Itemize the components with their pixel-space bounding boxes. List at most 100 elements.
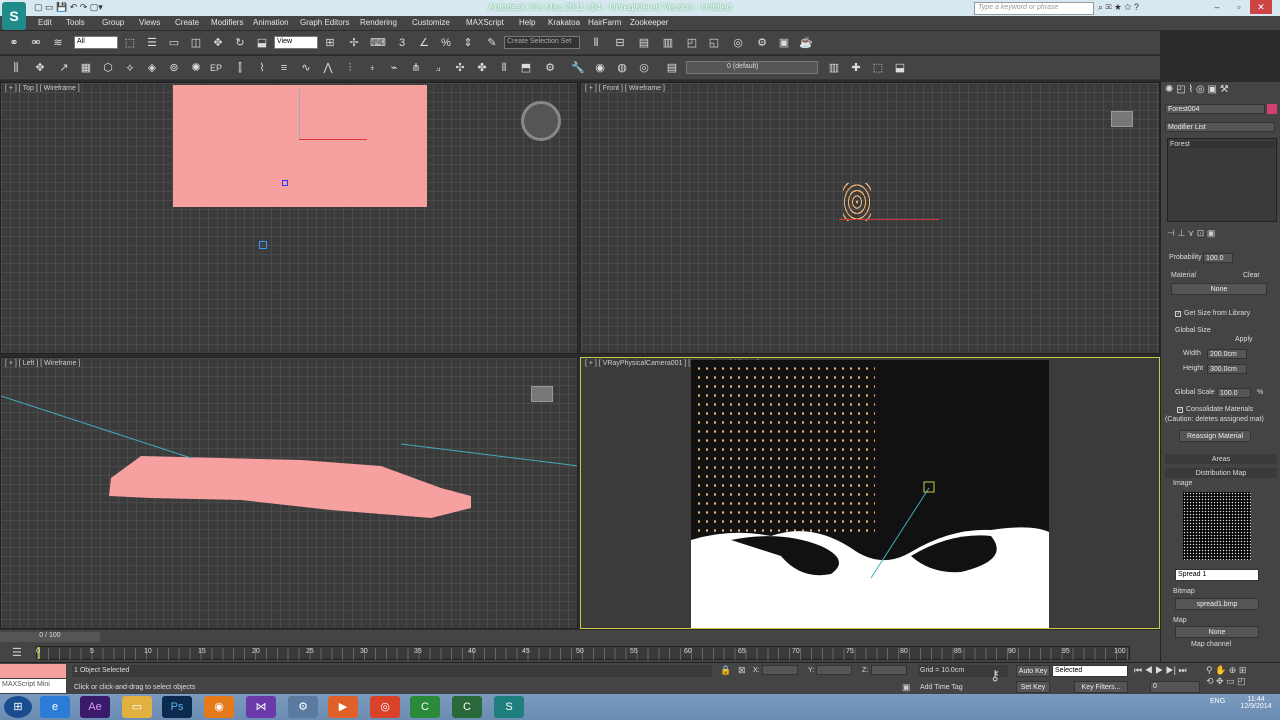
areas-rollout[interactable]: Areas bbox=[1165, 454, 1277, 464]
abs-mode-icon[interactable]: ⊠ bbox=[738, 665, 752, 677]
maxscript-mini-field[interactable]: MAXScript Mini bbox=[0, 679, 66, 693]
tool-16-icon[interactable]: ⍖ bbox=[364, 60, 380, 76]
align-icon[interactable]: ⊟ bbox=[612, 35, 628, 51]
get-size-checkbox[interactable]: ✓ Get Size from Library bbox=[1175, 310, 1250, 317]
tool-14-icon[interactable]: ⋀ bbox=[320, 60, 336, 76]
set-key-button[interactable]: Set Key bbox=[1016, 681, 1050, 693]
select-manipulate-icon[interactable]: ✢ bbox=[346, 35, 362, 51]
camera-target[interactable] bbox=[282, 180, 288, 186]
reassign-material-button[interactable]: Reassign Material bbox=[1179, 430, 1251, 442]
tool-17-icon[interactable]: ⌁ bbox=[386, 60, 402, 76]
taskbar-c2-icon[interactable]: C bbox=[452, 696, 482, 718]
render-setup-icon[interactable]: ⚙ bbox=[754, 35, 770, 51]
angle-snap-icon[interactable]: ∠ bbox=[416, 35, 432, 51]
taskbar-settings-icon[interactable]: ⚙ bbox=[288, 696, 318, 718]
quick-access-toolbar[interactable]: ▢ ▭ 💾 ↶ ↷ ▢▾ bbox=[34, 2, 154, 14]
render-icon[interactable]: ☕ bbox=[798, 35, 814, 51]
menu-maxscript[interactable]: MAXScript bbox=[466, 18, 504, 27]
key-mode-icon[interactable]: ⚷ bbox=[990, 667, 1010, 687]
lock-icon[interactable]: 🔒 bbox=[720, 665, 734, 677]
tool-10-icon[interactable]: ⫿ bbox=[232, 60, 248, 76]
time-tag-icon[interactable]: ▣ bbox=[902, 682, 916, 694]
forest-particles[interactable] bbox=[843, 183, 871, 221]
panel-tabs[interactable]: ✺ ◰ ⌇ ◎ ▣ ⚒ bbox=[1165, 84, 1277, 98]
auto-key-button[interactable]: Auto Key bbox=[1016, 665, 1050, 677]
tool-12-icon[interactable]: ≡ bbox=[276, 60, 292, 76]
tool-8-icon[interactable]: ⊚ bbox=[166, 60, 182, 76]
tool-20-icon[interactable]: ✣ bbox=[452, 60, 468, 76]
frame-field[interactable]: 0 bbox=[1150, 681, 1200, 693]
tool-24-icon[interactable]: ⚙ bbox=[542, 60, 558, 76]
taskbar-firefox-icon[interactable]: ◉ bbox=[204, 696, 234, 718]
tool-7-icon[interactable]: ◈ bbox=[144, 60, 160, 76]
scale-icon[interactable]: ⬓ bbox=[254, 35, 270, 51]
menu-tools[interactable]: Tools bbox=[66, 18, 85, 27]
global-scale-field[interactable]: 100.0 bbox=[1217, 388, 1251, 398]
material-editor-icon[interactable]: ◎ bbox=[730, 35, 746, 51]
viewport-camera[interactable]: [ + ] [ VRayPhysicalCamera001 ] [ Smooth… bbox=[580, 357, 1160, 629]
menu-krakatoa[interactable]: Krakatoa bbox=[548, 18, 580, 27]
select-object-icon[interactable]: ⬚ bbox=[122, 35, 138, 51]
width-field[interactable]: 200.0cm bbox=[1207, 349, 1247, 359]
modifier-list-dropdown[interactable]: Modifier List bbox=[1165, 122, 1275, 132]
tool-5-icon[interactable]: ⬡ bbox=[100, 60, 116, 76]
viewport-navigation[interactable]: ⚲ ✋ ⊕ ⊞ ⟲ ✥ ▭ ◰ bbox=[1206, 665, 1278, 693]
taskbar-vs-icon[interactable]: ⋈ bbox=[246, 696, 276, 718]
viewcube-icon[interactable] bbox=[521, 101, 561, 141]
keyboard-shortcut-icon[interactable]: ⌨ bbox=[370, 35, 386, 51]
bind-space-warp-icon[interactable]: ≋ bbox=[50, 35, 66, 51]
tool-11-icon[interactable]: ⌇ bbox=[254, 60, 270, 76]
tool-6-icon[interactable]: ⟡ bbox=[122, 60, 138, 76]
taskbar-folder-icon[interactable]: ▭ bbox=[122, 696, 152, 718]
clear-button[interactable]: Clear bbox=[1243, 272, 1260, 279]
tool-9-icon[interactable]: ✺ bbox=[188, 60, 204, 76]
menu-edit[interactable]: Edit bbox=[38, 18, 52, 27]
graphite-icon[interactable]: ▥ bbox=[660, 35, 676, 51]
maximize-icon[interactable]: ▫ bbox=[1228, 0, 1250, 14]
bitmap-button[interactable]: spread1.bmp bbox=[1175, 598, 1259, 610]
create-layer-icon[interactable]: ▥ bbox=[826, 60, 842, 76]
camera-icon[interactable] bbox=[259, 241, 267, 249]
object-color-swatch[interactable] bbox=[1267, 104, 1277, 114]
tool-28-icon[interactable]: ◎ bbox=[636, 60, 652, 76]
map-button[interactable]: None bbox=[1175, 626, 1259, 638]
layers-icon[interactable]: ▤ bbox=[664, 60, 680, 76]
menu-zookeeper[interactable]: Zookeeper bbox=[630, 18, 668, 27]
tool-21-icon[interactable]: ✤ bbox=[474, 60, 490, 76]
playback-controls[interactable]: ⏮ ◀ ▶ ▶| ⏭ bbox=[1134, 665, 1204, 677]
taskbar-ps-icon[interactable]: Ps bbox=[162, 696, 192, 718]
select-in-layer-icon[interactable]: ⬚ bbox=[870, 60, 886, 76]
link-icon[interactable]: ⚭ bbox=[6, 35, 22, 51]
help-toolbar[interactable]: ⌕ ✉ ★ ☆ ? bbox=[1098, 2, 1198, 14]
tool-15-icon[interactable]: ⫶ bbox=[342, 60, 358, 76]
viewport-left[interactable]: [ + ] [ Left ] [ Wireframe ] bbox=[0, 357, 578, 629]
add-to-layer-icon[interactable]: ✚ bbox=[848, 60, 864, 76]
viewport-top[interactable]: [ + ] [ Top ] [ Wireframe ] bbox=[0, 82, 578, 354]
stack-item-forest[interactable]: Forest bbox=[1170, 141, 1274, 148]
tool-19-icon[interactable]: ⟓ bbox=[430, 60, 446, 76]
distribution-map-preview[interactable] bbox=[1183, 492, 1251, 560]
tool-13-icon[interactable]: ∿ bbox=[298, 60, 314, 76]
menu-customize[interactable]: Customize bbox=[412, 18, 450, 27]
pivot-icon[interactable]: ⊞ bbox=[322, 35, 338, 51]
apply-button[interactable]: Apply bbox=[1235, 336, 1253, 343]
minimize-icon[interactable]: – bbox=[1206, 0, 1228, 14]
clock[interactable]: 11:44 12/9/2014 bbox=[1236, 696, 1276, 710]
window-crossing-icon[interactable]: ◫ bbox=[188, 35, 204, 51]
start-button-icon[interactable]: ⊞ bbox=[4, 696, 32, 718]
spread-dropdown[interactable]: Spread 1 bbox=[1175, 569, 1259, 581]
y-coord-field[interactable] bbox=[816, 665, 852, 675]
mirror-icon[interactable]: ⫴ bbox=[588, 35, 604, 51]
taskbar-ae-icon[interactable]: Ae bbox=[80, 696, 110, 718]
menu-animation[interactable]: Animation bbox=[253, 18, 289, 27]
modifier-stack[interactable]: Forest bbox=[1167, 138, 1277, 222]
rendered-frame-icon[interactable]: ▣ bbox=[776, 35, 792, 51]
rotate-icon[interactable]: ↻ bbox=[232, 35, 248, 51]
consolidate-checkbox[interactable]: ✓ Consolidate Materials bbox=[1177, 406, 1253, 413]
menu-rendering[interactable]: Rendering bbox=[360, 18, 397, 27]
search-input[interactable]: Type a keyword or phrase bbox=[974, 2, 1094, 15]
snaps-icon[interactable]: 3 bbox=[394, 35, 410, 51]
edit-named-sel-icon[interactable]: ✎ bbox=[484, 35, 500, 51]
menu-views[interactable]: Views bbox=[139, 18, 160, 27]
viewcube-icon[interactable] bbox=[1111, 111, 1133, 127]
